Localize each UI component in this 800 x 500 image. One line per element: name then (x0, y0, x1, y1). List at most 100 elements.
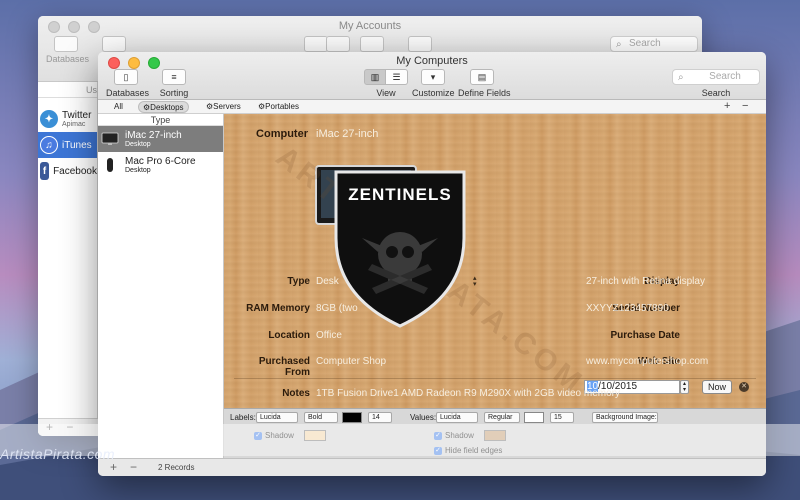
define-fields-icon: ▤ (470, 69, 494, 85)
type-label: Type (287, 276, 310, 287)
filter-all[interactable]: All (110, 101, 127, 113)
labels-size-select[interactable]: 14 (368, 412, 392, 423)
filter-desktops-label: Desktops (150, 103, 184, 112)
customize-triangle-icon: ▾ (421, 69, 445, 85)
search-placeholder: Search (709, 71, 741, 82)
view-list-button[interactable] (304, 36, 328, 52)
computers-bottom-bar: + − 2 Records (98, 458, 766, 476)
accounts-list: Us ✦ Twitter Apimac ♫ iTunes f Facebook (38, 82, 98, 436)
list-item-text: Mac Pro 6-Core Desktop (125, 156, 196, 174)
databases-label: Databases (106, 88, 150, 98)
website-field[interactable]: www.mycomputershop.com (586, 356, 708, 367)
database-document-icon: ▯ (114, 69, 138, 85)
display-field[interactable]: 27-inch with Retina display (586, 276, 705, 287)
define-fields-tool[interactable]: ▤ Define Fields (458, 69, 511, 98)
computers-titlebar: My Computers ▯ Databases ≡ Sorting ▥ ☰ V… (98, 52, 766, 100)
search-tool: ⌕ Search Search (672, 69, 760, 98)
filter-desktops[interactable]: ⚙Desktops (138, 101, 189, 113)
shield-text: ZENTINELS (348, 185, 451, 204)
view-tool: ▥ ☰ View (362, 69, 410, 98)
account-item-itunes[interactable]: ♫ iTunes (38, 132, 97, 158)
form-view-icon[interactable]: ▥ (364, 69, 386, 85)
record-count: 2 Records (158, 463, 195, 472)
computer-field[interactable]: iMac 27-inch (316, 128, 378, 140)
account-name: Twitter (62, 110, 92, 121)
type-column-header[interactable]: Type (98, 114, 223, 126)
sorting-button[interactable] (102, 36, 126, 52)
imac-icon (101, 132, 119, 145)
window-title: My Computers (396, 55, 468, 67)
list-item-text: iMac 27-inch Desktop (125, 130, 182, 148)
location-field[interactable]: Office (316, 330, 342, 341)
view-segmented-control: ▥ ☰ (364, 69, 408, 85)
account-item-twitter[interactable]: ✦ Twitter Apimac (38, 106, 97, 132)
zentinels-shield-logo: ZENTINELS (334, 170, 466, 328)
search-icon: ⌕ (678, 72, 684, 83)
labels-title: Labels: (230, 413, 256, 422)
remove-filter-button[interactable]: − (742, 100, 748, 113)
clear-date-icon[interactable]: ✕ (739, 382, 749, 392)
computer-name: Mac Pro 6-Core (125, 156, 196, 167)
list-view-icon[interactable]: ☰ (386, 69, 408, 85)
customize-label: Customize (412, 88, 455, 98)
account-item-facebook[interactable]: f Facebook (38, 158, 97, 184)
search-label: Search (701, 88, 731, 98)
add-filter-button[interactable]: + (724, 100, 730, 113)
search-placeholder: Search (629, 38, 661, 49)
serial-field[interactable]: XXYYZ123457890 (586, 303, 669, 314)
values-weight-select[interactable]: Regular (484, 412, 520, 423)
purchased-from-field[interactable]: Computer Shop (316, 356, 386, 367)
computers-search-input[interactable]: ⌕ Search (672, 69, 760, 85)
mac-pro-icon (107, 158, 113, 172)
computer-list: Type iMac 27-inch Desktop Mac Pro 6-Core D… (98, 114, 224, 458)
sorting-lines-icon: ≡ (162, 69, 186, 85)
now-button[interactable]: Now (702, 380, 732, 394)
list-item[interactable]: iMac 27-inch Desktop (98, 126, 223, 152)
labels-color-swatch[interactable] (342, 412, 362, 423)
facebook-f-icon: f (40, 162, 50, 180)
notes-label: Notes (282, 388, 310, 399)
labels-font-select[interactable]: Lucida (256, 412, 298, 423)
values-font-select[interactable]: Lucida (436, 412, 478, 423)
filter-portables[interactable]: ⚙Portables (254, 101, 303, 113)
computer-label: Computer (256, 128, 308, 140)
values-color-swatch[interactable] (524, 412, 544, 423)
account-name: iTunes (62, 139, 92, 151)
background-image-select[interactable]: Background Image: (592, 412, 658, 423)
search-icon: ⌕ (616, 39, 622, 50)
account-sub: Apimac (62, 121, 86, 128)
account-name: Facebook (53, 165, 97, 177)
purchased-from-label: Purchased From (258, 356, 310, 378)
databases-label: Databases (46, 54, 90, 64)
values-title: Values: (410, 413, 437, 422)
databases-tool[interactable]: ▯ Databases (106, 69, 150, 98)
filter-bar: All ⚙Desktops ⚙Servers ⚙Portables + − (98, 100, 766, 114)
customize-button[interactable] (360, 36, 384, 52)
watermark-band (0, 424, 800, 456)
customize-tool[interactable]: ▾ Customize (412, 69, 455, 98)
accounts-search-input[interactable]: ⌕ Search (610, 36, 698, 52)
itunes-note-icon: ♫ (40, 136, 58, 154)
filter-portables-label: Portables (265, 102, 299, 111)
purchase-date-label: Purchase Date (610, 330, 680, 341)
location-label: Location (268, 330, 310, 341)
values-size-select[interactable]: 15 (550, 412, 574, 423)
list-item[interactable]: Mac Pro 6-Core Desktop (98, 152, 223, 178)
view-form-button[interactable] (326, 36, 350, 52)
site-watermark: ArtistaPirata.com (0, 446, 116, 462)
sorting-label: Sorting (159, 88, 189, 98)
account-label: Twitter Apimac (62, 110, 91, 128)
date-stepper[interactable]: ▴ ▾ (680, 380, 689, 394)
databases-button[interactable] (54, 36, 78, 52)
labels-weight-select[interactable]: Bold (304, 412, 338, 423)
remove-record-button[interactable]: − (130, 460, 137, 474)
define-fields-button[interactable] (408, 36, 432, 52)
accounts-column-header: Us (38, 82, 97, 98)
sorting-tool[interactable]: ≡ Sorting (154, 69, 194, 98)
add-record-button[interactable]: + (110, 460, 117, 474)
window-title: My Accounts (338, 20, 402, 32)
twitter-bird-icon: ✦ (40, 110, 58, 128)
filter-servers[interactable]: ⚙Servers (202, 101, 245, 113)
filter-servers-label: Servers (213, 102, 241, 111)
computer-kind: Desktop (125, 141, 151, 148)
